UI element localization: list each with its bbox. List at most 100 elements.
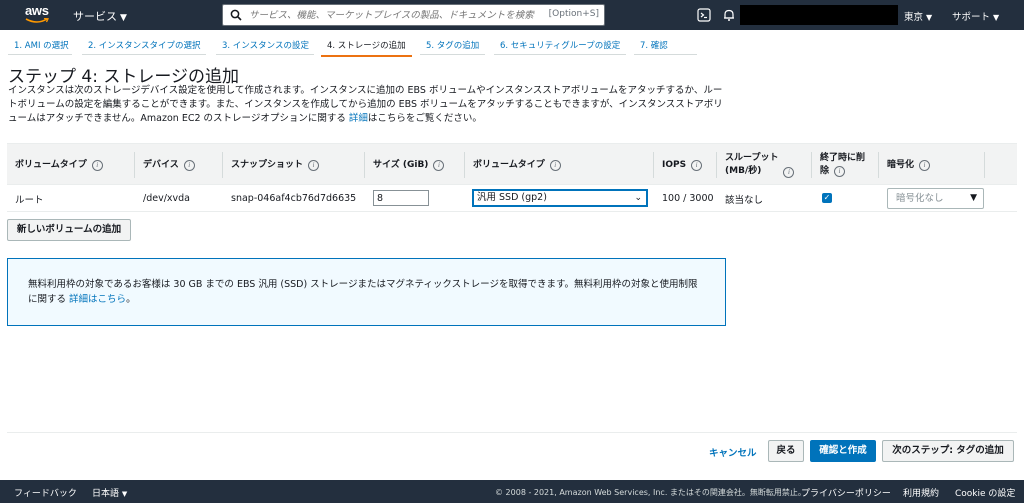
aws-logo[interactable]: aws (25, 4, 53, 26)
cookie-settings-link[interactable]: Cookie の設定 (955, 486, 1015, 499)
col-throughput[interactable]: スループット (MB/秒) i (725, 144, 795, 186)
terms-link[interactable]: 利用規約 (903, 486, 939, 499)
col-label-line1: 終了時に削 (820, 153, 866, 163)
info-icon[interactable]: i (549, 159, 561, 171)
back-button[interactable]: 戻る (768, 440, 804, 462)
caret-down-icon: ▼ (926, 13, 933, 22)
info-icon[interactable]: i (691, 159, 703, 171)
col-label: 暗号化 (887, 159, 915, 170)
caret-down-icon: ▼ (970, 193, 977, 203)
table-row: ルート /dev/xvda snap-046af4cb76d7d6635 汎用 … (7, 185, 1017, 212)
col-delete-on-termination[interactable]: 終了時に削除 i (820, 144, 865, 186)
privacy-link[interactable]: プライバシーポリシー (801, 486, 891, 499)
info-icon[interactable]: i (433, 159, 445, 171)
tab-ami[interactable]: 1. AMI の選択 (14, 30, 69, 57)
column-divider (134, 152, 135, 178)
cell-iops: 100 / 3000 (662, 193, 714, 204)
size-input[interactable] (373, 190, 429, 206)
col-label: ボリュームタイプ (15, 159, 87, 170)
info-icon[interactable]: i (919, 159, 931, 171)
col-label: IOPS (662, 159, 687, 170)
aws-smile-icon (25, 18, 49, 23)
col-label: ボリュームタイプ (473, 159, 545, 170)
col-label-line1: スループット (725, 153, 779, 163)
column-divider (811, 152, 812, 178)
column-divider (984, 152, 985, 178)
tab-instance-type[interactable]: 2. インスタンスタイプの選択 (88, 30, 200, 57)
delete-on-termination-checkbox[interactable]: ✓ (822, 193, 832, 203)
learn-more-link[interactable]: 詳細はこちら (69, 294, 126, 305)
tab-storage[interactable]: 4. ストレージの追加 (321, 30, 412, 57)
column-divider (653, 152, 654, 178)
volume-type-value: 汎用 SSD (gp2) (477, 192, 547, 203)
support-label: サポート (952, 12, 991, 23)
region-selector[interactable]: 東京 ▼ (904, 9, 932, 23)
search-bar[interactable]: [Option+S] (222, 4, 605, 26)
cloudshell-icon[interactable] (697, 8, 711, 22)
col-ebs-type[interactable]: ボリュームタイプ i (473, 144, 561, 186)
account-menu[interactable] (740, 5, 898, 25)
volume-type-select[interactable]: 汎用 SSD (gp2) ⌄ (473, 190, 647, 206)
col-label: 終了時に削除 i (820, 152, 865, 178)
add-volume-button[interactable]: 新しいボリュームの追加 (7, 219, 131, 241)
cell-throughput: 該当なし (725, 194, 764, 206)
info-icon[interactable]: i (783, 166, 795, 178)
details-link[interactable]: 詳細 (349, 113, 368, 124)
support-menu[interactable]: サポート ▼ (952, 9, 999, 23)
column-divider (878, 152, 879, 178)
col-volume-type[interactable]: ボリュームタイプ i (15, 144, 103, 186)
encryption-select[interactable]: 暗号化なし ▼ (887, 188, 984, 209)
services-label: サービス (73, 10, 117, 23)
col-label: スループット (MB/秒) (725, 152, 778, 178)
tab-tags[interactable]: 5. タグの追加 (426, 30, 479, 57)
bell-icon[interactable] (722, 8, 736, 22)
free-tier-info-box: 無料利用枠の対象であるお客様は 30 GB までの EBS 汎用 (SSD) ス… (7, 258, 726, 326)
encryption-value: 暗号化なし (896, 193, 944, 204)
column-divider (222, 152, 223, 178)
feedback-link[interactable]: フィードバック (14, 486, 77, 499)
col-snapshot[interactable]: スナップショット i (231, 144, 320, 186)
divider (7, 432, 1017, 433)
info-icon[interactable]: i (308, 159, 320, 171)
chevron-down-icon: ⌄ (634, 193, 642, 203)
col-label-line2: 除 (820, 166, 830, 176)
column-divider (716, 152, 717, 178)
footer-bar: フィードバック 日本語 ▼ © 2008 - 2021, Amazon Web … (0, 480, 1024, 503)
wizard-steps: 1. AMI の選択 2. インスタンスタイプの選択 3. インスタンスの設定 … (0, 30, 1024, 57)
col-encryption[interactable]: 暗号化 i (887, 144, 931, 186)
info-icon[interactable]: i (183, 159, 195, 171)
cell-snapshot: snap-046af4cb76d7d6635 (231, 193, 357, 204)
column-divider (464, 152, 465, 178)
top-navigation: aws サービス▼ [Option+S] 東京 ▼ サポート ▼ (0, 0, 1024, 30)
cell-volume-type: ルート (15, 194, 44, 206)
col-label-line2: (MB/秒) (725, 166, 762, 176)
search-shortcut: [Option+S] (548, 9, 599, 19)
caret-down-icon: ▼ (121, 490, 128, 498)
tab-security-group[interactable]: 6. セキュリティグループの設定 (500, 30, 620, 57)
col-iops[interactable]: IOPS i (662, 144, 703, 186)
info-icon[interactable]: i (91, 159, 103, 171)
col-label: デバイス (143, 159, 179, 170)
next-step-button[interactable]: 次のステップ: タグの追加 (882, 440, 1014, 462)
cancel-button[interactable]: キャンセル (709, 445, 757, 459)
search-input[interactable] (249, 7, 599, 23)
cell-device: /dev/xvda (143, 193, 190, 204)
language-selector[interactable]: 日本語 ▼ (92, 486, 127, 499)
services-menu[interactable]: サービス ▼ (73, 8, 127, 24)
tab-review[interactable]: 7. 確認 (640, 30, 668, 57)
review-and-launch-button[interactable]: 確認と作成 (810, 440, 876, 462)
page-description: インスタンスは次のストレージデバイス設定を使用して作成されます。インスタンスに追… (8, 84, 728, 126)
info-icon[interactable]: i (834, 166, 846, 177)
description-suffix: はこちらをご覧ください。 (367, 113, 482, 124)
col-label: サイズ (GiB) (373, 159, 429, 170)
aws-logo-text: aws (25, 3, 49, 18)
col-size[interactable]: サイズ (GiB) i (373, 144, 445, 186)
language-label: 日本語 (92, 489, 120, 499)
search-icon (230, 9, 242, 21)
caret-down-icon: ▼ (993, 13, 1000, 22)
tab-instance-config[interactable]: 3. インスタンスの設定 (222, 30, 309, 57)
storage-table-header: ボリュームタイプ i デバイス i スナップショット i サイズ (GiB) i ボリュ… (7, 143, 1017, 185)
copyright-text: © 2008 - 2021, Amazon Web Services, Inc.… (495, 488, 806, 497)
col-device[interactable]: デバイス i (143, 144, 195, 186)
column-divider (364, 152, 365, 178)
